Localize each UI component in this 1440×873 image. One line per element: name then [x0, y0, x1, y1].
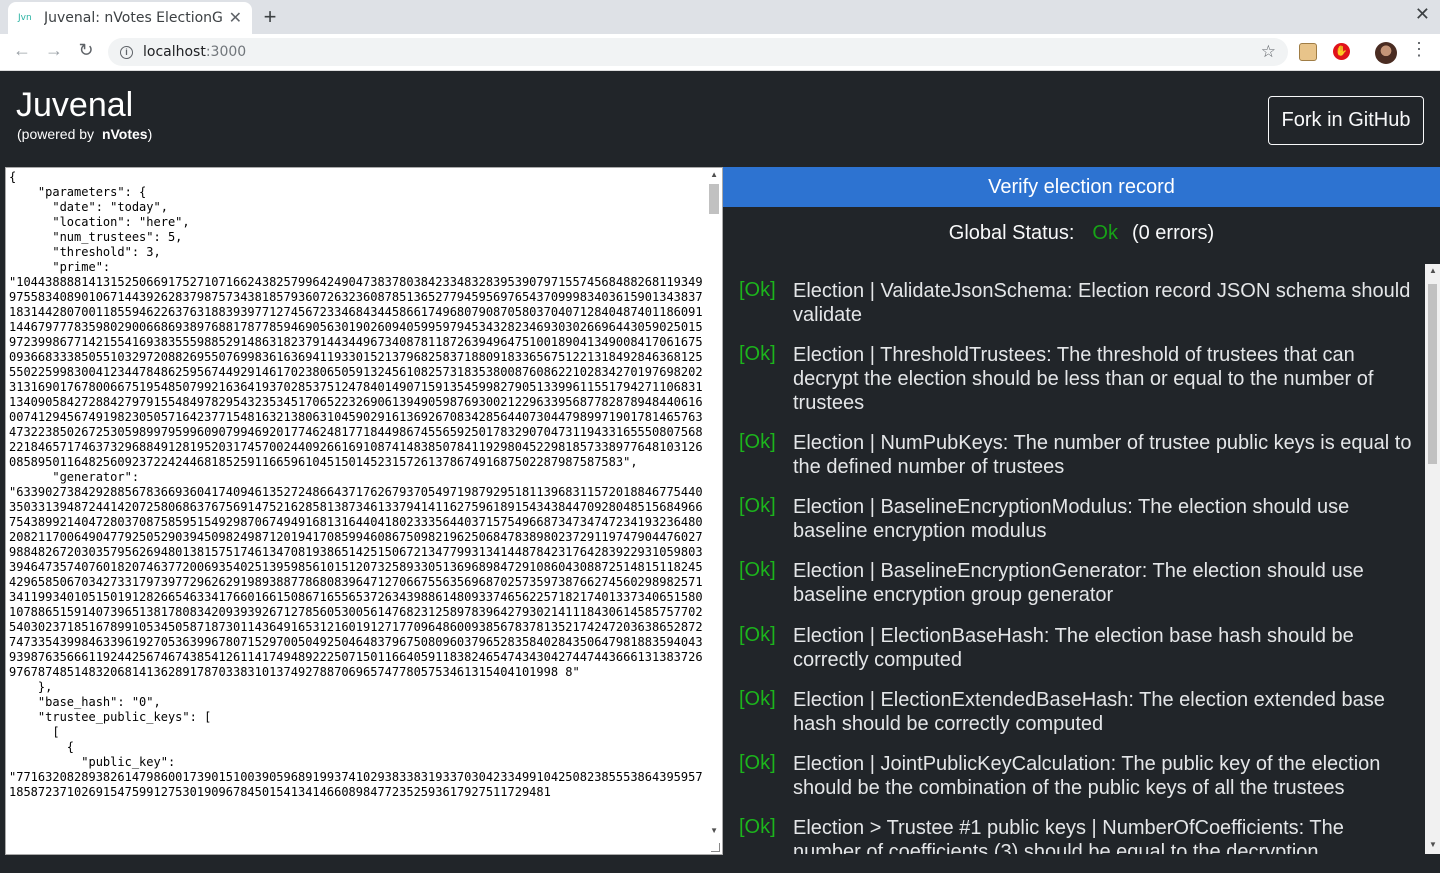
- app-title: Juvenal: [16, 86, 134, 124]
- browser-menu-icon[interactable]: ⋮: [1410, 39, 1428, 60]
- result-text: Election | ElectionExtendedBaseHash: The…: [793, 689, 1385, 735]
- results-scroll-thumb[interactable]: [1428, 284, 1437, 464]
- url-text: localhost:3000: [143, 44, 246, 60]
- resize-handle-icon[interactable]: [711, 843, 720, 852]
- tab-close-icon[interactable]: ✕: [229, 8, 242, 28]
- result-status-badge: [Ok]: [739, 495, 776, 517]
- result-text: Election > Trustee #1 public keys | Numb…: [793, 817, 1344, 854]
- reload-icon[interactable]: ↻: [74, 40, 98, 61]
- result-status-badge: [Ok]: [739, 559, 776, 581]
- result-text: Election | NumPubKeys: The number of tru…: [793, 432, 1412, 478]
- browser-tab-bar: Jvn Juvenal: nVotes ElectionG ✕ + ✕: [0, 0, 1440, 34]
- scroll-down-icon[interactable]: ▼: [1429, 840, 1437, 849]
- verify-election-button[interactable]: Verify election record: [723, 167, 1440, 207]
- address-bar[interactable]: i localhost:3000 ☆: [108, 38, 1288, 66]
- adblock-extension-icon[interactable]: ✋: [1333, 43, 1350, 60]
- powered-by: (powered by nVotes): [17, 126, 152, 142]
- url-host: localhost: [143, 44, 206, 60]
- scroll-down-icon[interactable]: ▼: [710, 826, 718, 835]
- bookmark-star-icon[interactable]: ☆: [1261, 42, 1276, 62]
- global-status-value: Ok: [1092, 222, 1118, 244]
- global-status-label: Global Status:: [948, 222, 1075, 244]
- back-arrow-icon[interactable]: ←: [10, 40, 34, 61]
- result-status-badge: [Ok]: [739, 431, 776, 453]
- browser-toolbar: ← → ↻ i localhost:3000 ☆ ✋ ⋮: [0, 34, 1440, 71]
- window-close-icon[interactable]: ✕: [1415, 4, 1430, 25]
- browser-tab[interactable]: Jvn Juvenal: nVotes ElectionG ✕: [8, 2, 252, 34]
- result-status-badge: [Ok]: [739, 688, 776, 710]
- global-status: Global Status: Ok (0 errors): [723, 222, 1440, 245]
- result-text: Election | BaselineEncryptionModulus: Th…: [793, 496, 1350, 542]
- result-text: Election | BaselineEncryptionGenerator: …: [793, 560, 1364, 606]
- site-info-icon[interactable]: i: [120, 45, 133, 59]
- tab-title: Juvenal: nVotes ElectionG: [44, 10, 223, 26]
- powered-prefix: (powered by: [17, 126, 95, 142]
- forward-arrow-icon[interactable]: →: [42, 40, 66, 61]
- election-record-textarea[interactable]: { "parameters": { "date": "today", "loca…: [5, 167, 723, 855]
- fork-github-button[interactable]: Fork in GitHub: [1268, 96, 1424, 145]
- result-text: Election | ElectionBaseHash: The electio…: [793, 625, 1354, 671]
- url-port: :3000: [205, 44, 247, 60]
- results-scrollbar[interactable]: ▲ ▼: [1425, 264, 1440, 854]
- scroll-up-icon[interactable]: ▲: [710, 170, 718, 179]
- result-status-badge: [Ok]: [739, 343, 776, 365]
- new-tab-plus-icon[interactable]: +: [258, 4, 282, 30]
- editor-scroll-thumb[interactable]: [709, 184, 719, 214]
- powered-brand[interactable]: nVotes: [102, 126, 148, 142]
- election-record-json: { "parameters": { "date": "today", "loca…: [9, 170, 703, 799]
- result-text: Election | ValidateJsonSchema: Election …: [793, 280, 1411, 326]
- result-status-badge: [Ok]: [739, 816, 776, 838]
- editor-scrollbar[interactable]: ▲ ▼: [706, 168, 722, 854]
- profile-avatar[interactable]: [1375, 42, 1397, 64]
- result-status-badge: [Ok]: [739, 752, 776, 774]
- favicon-icon: Jvn: [18, 13, 32, 23]
- powered-suffix: ): [147, 126, 153, 142]
- result-status-badge: [Ok]: [739, 279, 776, 301]
- result-status-badge: [Ok]: [739, 624, 776, 646]
- result-text: Election | ThresholdTrustees: The thresh…: [793, 344, 1374, 414]
- extension-icon[interactable]: [1299, 43, 1317, 61]
- results-list: [Ok] Election | ValidateJsonSchema: Elec…: [723, 264, 1425, 854]
- global-status-errors: (0 errors): [1131, 222, 1215, 244]
- result-text: Election | JointPublicKeyCalculation: Th…: [793, 753, 1381, 799]
- scroll-up-icon[interactable]: ▲: [1429, 266, 1437, 275]
- app-header: Juvenal (powered by nVotes) Fork in GitH…: [0, 71, 1440, 167]
